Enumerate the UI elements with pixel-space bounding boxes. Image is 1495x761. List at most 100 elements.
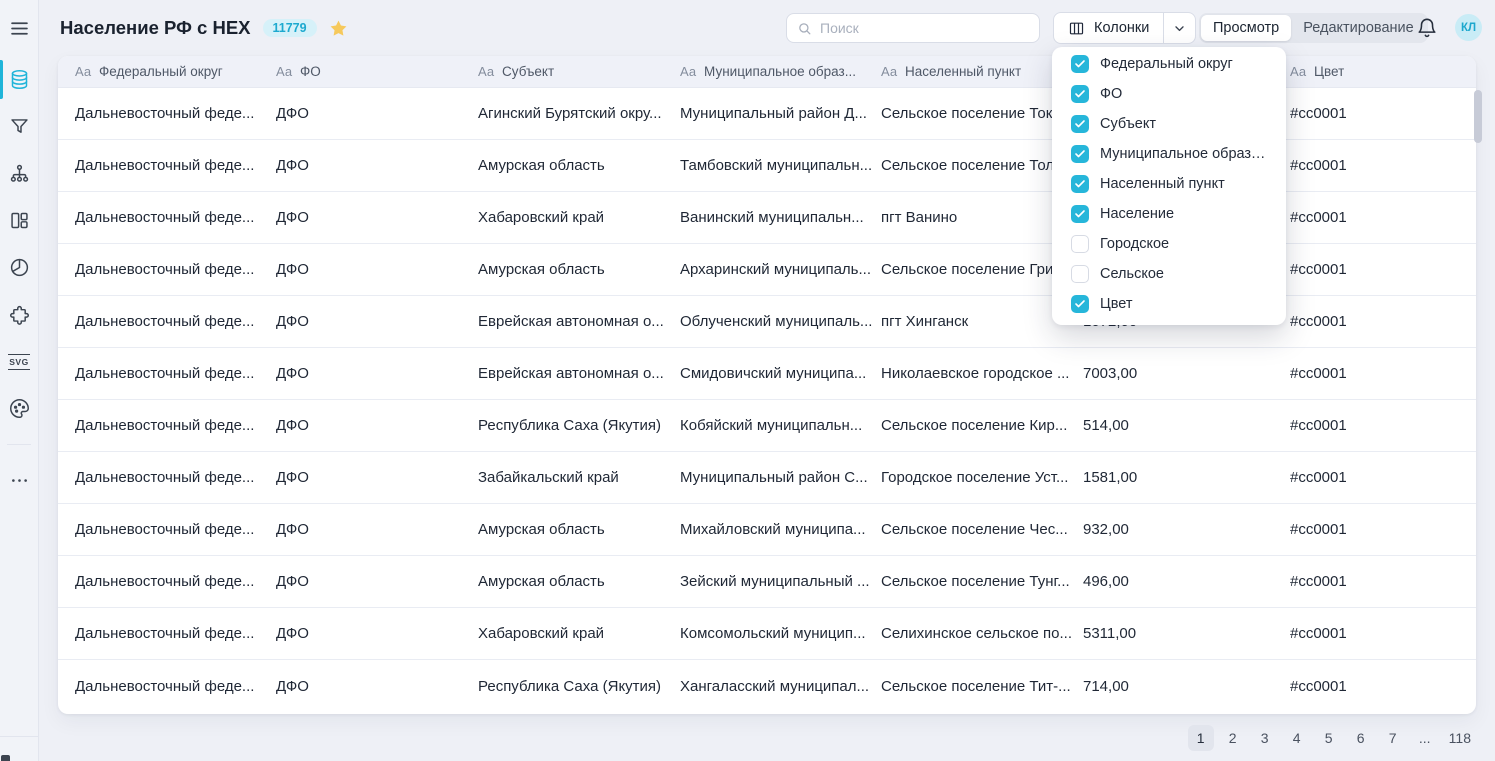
table-cell[interactable]: ДФО (276, 469, 478, 486)
checkbox-unchecked[interactable] (1071, 235, 1089, 253)
table-cell[interactable]: Забайкальский край (478, 469, 680, 486)
table-cell[interactable]: Зейский муниципальный ... (680, 573, 881, 590)
table-cell[interactable]: Городское поселение Уст... (881, 469, 1083, 486)
table-cell[interactable]: ДФО (276, 573, 478, 590)
table-cell[interactable]: #cc0001 (1290, 469, 1476, 486)
column-header-4[interactable]: АаМуниципальное образ... (680, 64, 881, 79)
table-cell[interactable]: Дальневосточный феде... (75, 209, 276, 226)
table-cell[interactable]: 496,00 (1083, 573, 1290, 590)
table-cell[interactable]: Хангаласский муниципал... (680, 678, 881, 695)
table-cell[interactable]: Комсомольский муницип... (680, 625, 881, 642)
page-button-118[interactable]: 118 (1444, 725, 1476, 751)
table-row[interactable]: Дальневосточный феде...ДФОАмурская облас… (58, 504, 1476, 556)
table-cell[interactable]: Амурская область (478, 157, 680, 174)
table-cell[interactable]: Сельское поселение Тит-... (881, 678, 1083, 695)
table-cell[interactable]: Муниципальный район Д... (680, 105, 881, 122)
sidebar-item-pie-chart[interactable] (0, 244, 38, 291)
column-toggle-item[interactable]: ФО (1052, 79, 1286, 109)
table-cell[interactable]: ДФО (276, 209, 478, 226)
table-cell[interactable]: Дальневосточный феде... (75, 365, 276, 382)
sidebar-item-svg-export[interactable]: SVG (0, 338, 38, 385)
checkbox-checked[interactable] (1071, 115, 1089, 133)
column-toggle-item[interactable]: Субъект (1052, 109, 1286, 139)
page-button-4[interactable]: 4 (1284, 725, 1310, 751)
table-cell[interactable]: Селихинское сельское по... (881, 625, 1083, 642)
favorite-star-icon[interactable] (329, 19, 348, 38)
columns-button[interactable]: Колонки (1053, 12, 1196, 44)
table-cell[interactable]: Дальневосточный феде... (75, 313, 276, 330)
table-cell[interactable]: #cc0001 (1290, 261, 1476, 278)
table-row[interactable]: Дальневосточный феде...ДФОХабаровский кр… (58, 608, 1476, 660)
checkbox-checked[interactable] (1071, 205, 1089, 223)
table-cell[interactable]: ДФО (276, 105, 478, 122)
sidebar-item-database[interactable] (0, 56, 38, 103)
checkbox-unchecked[interactable] (1071, 265, 1089, 283)
sidebar-item-palette[interactable] (0, 385, 38, 432)
table-cell[interactable]: Дальневосточный феде... (75, 573, 276, 590)
columns-button-main[interactable]: Колонки (1054, 13, 1163, 43)
table-cell[interactable]: Михайловский муниципа... (680, 521, 881, 538)
table-cell[interactable]: #cc0001 (1290, 417, 1476, 434)
table-cell[interactable]: Хабаровский край (478, 625, 680, 642)
search-input[interactable] (820, 20, 1029, 36)
table-cell[interactable]: Республика Саха (Якутия) (478, 678, 680, 695)
view-mode-view[interactable]: Просмотр (1201, 15, 1291, 41)
table-cell[interactable]: #cc0001 (1290, 678, 1476, 695)
notifications-button[interactable] (1416, 16, 1440, 40)
user-avatar[interactable]: КЛ (1455, 14, 1482, 41)
table-cell[interactable]: Ванинский муниципальн... (680, 209, 881, 226)
table-cell[interactable]: Тамбовский муниципальн... (680, 157, 881, 174)
table-cell[interactable]: Еврейская автономная о... (478, 365, 680, 382)
checkbox-checked[interactable] (1071, 55, 1089, 73)
table-cell[interactable]: Сельское поселение Чес... (881, 521, 1083, 538)
table-cell[interactable]: ДФО (276, 261, 478, 278)
table-cell[interactable]: Архаринский муниципаль... (680, 261, 881, 278)
sidebar-item-filter[interactable] (0, 103, 38, 150)
table-cell[interactable]: 1581,00 (1083, 469, 1290, 486)
sidebar-item-puzzle[interactable] (0, 291, 38, 338)
table-cell[interactable]: ДФО (276, 521, 478, 538)
search-box[interactable] (786, 13, 1040, 43)
table-cell[interactable]: Смидовичский муниципа... (680, 365, 881, 382)
column-toggle-item[interactable]: Городское (1052, 229, 1286, 259)
checkbox-checked[interactable] (1071, 145, 1089, 163)
table-cell[interactable]: Дальневосточный феде... (75, 521, 276, 538)
table-cell[interactable]: #cc0001 (1290, 365, 1476, 382)
table-cell[interactable]: ДФО (276, 625, 478, 642)
page-button-1[interactable]: 1 (1188, 725, 1214, 751)
page-button-5[interactable]: 5 (1316, 725, 1342, 751)
table-cell[interactable]: Амурская область (478, 261, 680, 278)
table-cell[interactable]: #cc0001 (1290, 157, 1476, 174)
table-cell[interactable]: Сельское поселение Тунг... (881, 573, 1083, 590)
page-button-3[interactable]: 3 (1252, 725, 1278, 751)
table-cell[interactable]: Дальневосточный феде... (75, 469, 276, 486)
table-cell[interactable]: Дальневосточный феде... (75, 157, 276, 174)
table-cell[interactable]: 7003,00 (1083, 365, 1290, 382)
columns-dropdown-toggle[interactable] (1164, 13, 1195, 43)
column-header-1[interactable]: АаФедеральный округ (75, 64, 276, 79)
table-cell[interactable]: ДФО (276, 417, 478, 434)
table-cell[interactable]: 932,00 (1083, 521, 1290, 538)
sidebar-item-more[interactable] (0, 457, 38, 504)
column-toggle-item[interactable]: Федеральный округ (1052, 49, 1286, 79)
view-mode-edit[interactable]: Редактирование (1291, 15, 1425, 41)
table-cell[interactable]: Амурская область (478, 573, 680, 590)
table-cell[interactable]: #cc0001 (1290, 521, 1476, 538)
table-row[interactable]: Дальневосточный феде...ДФОЕврейская авто… (58, 348, 1476, 400)
column-toggle-item[interactable]: Население (1052, 199, 1286, 229)
table-cell[interactable]: ДФО (276, 365, 478, 382)
table-cell[interactable]: 714,00 (1083, 678, 1290, 695)
column-toggle-item[interactable]: Сельское (1052, 259, 1286, 289)
column-header-3[interactable]: АаСубъект (478, 64, 680, 79)
table-row[interactable]: Дальневосточный феде...ДФОРеспублика Сах… (58, 400, 1476, 452)
table-cell[interactable]: ДФО (276, 313, 478, 330)
table-cell[interactable]: Дальневосточный феде... (75, 417, 276, 434)
table-cell[interactable]: #cc0001 (1290, 313, 1476, 330)
table-cell[interactable]: Амурская область (478, 521, 680, 538)
table-cell[interactable]: Сельское поселение Кир... (881, 417, 1083, 434)
table-cell[interactable]: Дальневосточный феде... (75, 105, 276, 122)
page-button-6[interactable]: 6 (1348, 725, 1374, 751)
table-cell[interactable]: #cc0001 (1290, 105, 1476, 122)
column-toggle-item[interactable]: Населенный пункт (1052, 169, 1286, 199)
table-cell[interactable]: ДФО (276, 157, 478, 174)
